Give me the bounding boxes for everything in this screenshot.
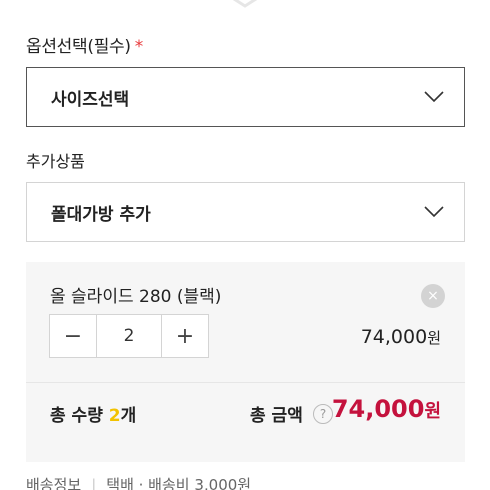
chevron-down-icon bbox=[424, 206, 444, 218]
shipping-info: 배송정보 | 택배 · 배송비 3,000원 bbox=[26, 474, 251, 490]
top-decoration-icon bbox=[232, 0, 258, 8]
selected-product-panel: 올 슬라이드 280 (블랙) × − 2 + 74,000원 총 수량 2개 … bbox=[26, 262, 465, 462]
size-select-text: 사이즈선택 bbox=[51, 89, 130, 110]
chevron-down-icon bbox=[424, 91, 444, 103]
divider bbox=[26, 382, 465, 383]
item-price-unit: 원 bbox=[427, 329, 441, 347]
size-select[interactable]: 사이즈선택 bbox=[26, 67, 465, 127]
total-amount: 74,000원 bbox=[332, 395, 441, 423]
decrease-button[interactable]: − bbox=[50, 315, 96, 357]
item-price: 74,000원 bbox=[361, 326, 441, 348]
option-select-label-text: 옵션선택(필수) bbox=[26, 37, 131, 57]
increase-button[interactable]: + bbox=[162, 315, 208, 357]
close-icon[interactable]: × bbox=[421, 284, 445, 308]
total-amount-label: 총 금액 bbox=[250, 406, 303, 426]
quantity-stepper: − 2 + bbox=[49, 314, 209, 358]
shipping-label: 배송정보 bbox=[26, 476, 82, 490]
total-quantity-unit: 개 bbox=[120, 406, 137, 426]
total-amount-value: 74,000 bbox=[331, 395, 425, 423]
addon-select[interactable]: 폴대가방 추가 bbox=[26, 182, 465, 242]
total-quantity-label: 총 수량 bbox=[50, 406, 103, 426]
option-select-label: 옵션선택(필수) * bbox=[26, 32, 143, 57]
item-price-value: 74,000 bbox=[360, 326, 428, 348]
addon-label: 추가상품 bbox=[26, 152, 85, 171]
question-icon[interactable]: ? bbox=[313, 404, 333, 424]
addon-select-text: 폴대가방 추가 bbox=[51, 204, 151, 225]
shipping-text: 택배 · 배송비 3,000원 bbox=[106, 476, 252, 490]
required-mark: * bbox=[134, 37, 144, 57]
total-amount-unit: 원 bbox=[424, 401, 441, 422]
total-quantity-value: 2 bbox=[108, 406, 121, 426]
quantity-field[interactable]: 2 bbox=[96, 315, 162, 357]
product-name: 올 슬라이드 280 (블랙) bbox=[50, 287, 222, 307]
total-quantity: 총 수량 2개 bbox=[50, 401, 136, 426]
shipping-separator: | bbox=[91, 476, 97, 490]
